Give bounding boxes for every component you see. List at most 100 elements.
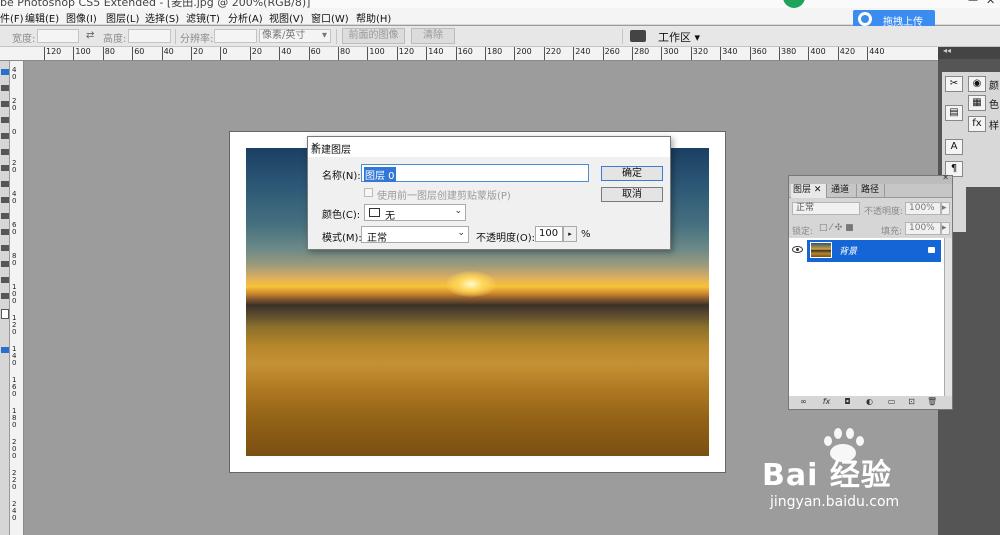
ruler-tick: [102, 47, 104, 60]
crop-tool-icon[interactable]: [1, 133, 9, 139]
ruler-tick-label: 0: [12, 128, 17, 136]
menu-select[interactable]: 选择(S): [145, 10, 179, 25]
eye-icon[interactable]: [792, 246, 803, 253]
menu-layer[interactable]: 图层(L): [106, 10, 139, 25]
close-icon[interactable]: ✕: [311, 141, 319, 152]
bridge-icon[interactable]: [630, 30, 646, 42]
menu-help[interactable]: 帮助(H): [356, 10, 391, 25]
name-input[interactable]: 图层 0: [361, 164, 589, 182]
swap-icon[interactable]: ⇄: [86, 30, 94, 41]
path-select-tool-icon[interactable]: [1, 277, 9, 283]
ruler-tick-label: 320: [692, 47, 709, 56]
ruler-tick-label: 40: [12, 66, 17, 81]
close-window-icon[interactable]: ✕: [986, 0, 995, 7]
type-tool-icon[interactable]: [1, 261, 9, 267]
collapse-icon[interactable]: ◂◂: [943, 46, 951, 55]
menu-file[interactable]: 件(F): [0, 10, 24, 25]
blend-mode-select[interactable]: 正常: [792, 202, 860, 215]
dialog-title-bar[interactable]: 新建图层 ✕: [308, 137, 670, 157]
pen-tool-icon[interactable]: [1, 245, 9, 251]
baidu-watermark: Bai 经验 jingyan.baidu.com: [762, 428, 982, 518]
height-input[interactable]: [128, 29, 171, 43]
divider: [336, 29, 337, 44]
notes-icon[interactable]: ▤: [945, 105, 963, 121]
screen-mode-icon[interactable]: [1, 347, 9, 353]
tab-layers[interactable]: 图层 ✕: [791, 184, 827, 198]
lock-icons[interactable]: □ ⁄ ✣ ■: [819, 223, 854, 233]
menu-image[interactable]: 图像(I): [66, 10, 97, 25]
resolution-input[interactable]: [214, 29, 257, 43]
ok-button[interactable]: 确定: [601, 166, 663, 181]
fill-slider-toggle-icon[interactable]: ▸: [941, 222, 950, 235]
ruler-tick-label: 20: [12, 159, 17, 174]
front-image-button[interactable]: 前面的图像: [342, 28, 405, 44]
link-icon[interactable]: ∞: [799, 398, 808, 406]
menu-filter[interactable]: 滤镜(T): [186, 10, 220, 25]
cancel-button[interactable]: 取消: [601, 187, 663, 202]
ruler-tick: [249, 47, 251, 60]
adjustment-icon[interactable]: ◐: [865, 398, 874, 406]
window-title: be Photoshop CS5 Extended - [麦田.jpg @ 20…: [0, 0, 311, 8]
ruler-tick-label: 180: [487, 47, 503, 56]
ruler-tick: [543, 47, 545, 60]
mask-icon[interactable]: ◘: [843, 398, 852, 406]
clip-mask-label: 使用前一图层创建剪贴蒙版(P): [377, 191, 511, 202]
ruler-tick: [161, 47, 163, 60]
tools-preset-icon[interactable]: ✂: [945, 76, 963, 92]
opacity-slider-toggle-icon[interactable]: ▸: [563, 226, 577, 242]
panel-header[interactable]: ✕: [789, 173, 952, 184]
width-input[interactable]: [37, 29, 79, 43]
wand-tool-icon[interactable]: [1, 117, 9, 123]
clip-mask-checkbox[interactable]: [364, 188, 373, 197]
tab-paths[interactable]: 路径: [859, 184, 885, 198]
color-panel-icon[interactable]: ◉: [968, 76, 986, 92]
fill-input[interactable]: 100%: [905, 222, 941, 235]
dock-header[interactable]: ◂◂: [938, 46, 1000, 59]
workspace-button[interactable]: 工作区 ▾: [658, 29, 700, 45]
minimize-icon[interactable]: —: [968, 0, 980, 6]
title-bar: be Photoshop CS5 Extended - [麦田.jpg @ 20…: [0, 0, 1000, 8]
swatches-panel-icon[interactable]: ▦: [968, 95, 986, 111]
layer-list-scrollbar[interactable]: [944, 238, 952, 396]
move-tool-icon[interactable]: [1, 69, 9, 75]
new-layer-icon[interactable]: ⊡: [907, 398, 916, 406]
marquee-tool-icon[interactable]: [1, 85, 9, 91]
name-label: 名称(N):: [322, 171, 361, 182]
layer-row-background[interactable]: 背景: [807, 240, 941, 262]
ruler-tick-label: 140: [12, 345, 17, 367]
eraser-tool-icon[interactable]: [1, 197, 9, 203]
layer-opacity-input[interactable]: 100%: [905, 202, 941, 215]
eyedropper-tool-icon[interactable]: [1, 149, 9, 155]
foreground-color-icon[interactable]: [1, 309, 9, 319]
close-icon[interactable]: ✕: [942, 173, 949, 182]
menu-window[interactable]: 窗口(W): [311, 10, 349, 25]
toolbox: [0, 47, 10, 535]
gradient-tool-icon[interactable]: [1, 213, 9, 219]
trash-icon[interactable]: 🗑: [927, 398, 937, 406]
ruler-tick: [867, 47, 869, 60]
shape-tool-icon[interactable]: [1, 293, 9, 299]
ruler-tick-label: 80: [340, 47, 351, 56]
clear-button[interactable]: 清除: [411, 28, 455, 44]
opacity-input[interactable]: 100: [535, 226, 563, 242]
dodge-tool-icon[interactable]: [1, 229, 9, 235]
tab-channels[interactable]: 通道: [829, 184, 857, 198]
styles-panel-icon[interactable]: fx: [968, 116, 986, 132]
lasso-tool-icon[interactable]: [1, 101, 9, 107]
mode-select[interactable]: 正常 ⌄: [361, 226, 469, 244]
ruler-tick-label: 300: [663, 47, 679, 56]
unit-select[interactable]: 像素/英寸 ▾: [259, 29, 331, 43]
ruler-tick: [455, 47, 457, 60]
opacity-slider-toggle-icon[interactable]: ▸: [941, 202, 950, 215]
brush-tool-icon[interactable]: [1, 165, 9, 171]
folder-icon[interactable]: ▭: [887, 398, 896, 406]
character-icon[interactable]: A: [945, 139, 963, 155]
menu-edit[interactable]: 编辑(E): [25, 10, 59, 25]
fx-icon[interactable]: fx: [822, 398, 831, 406]
options-bar: 宽度: ⇄ 高度: 分辨率: 像素/英寸 ▾ 前面的图像 清除 工作区 ▾: [0, 26, 1000, 47]
menu-view[interactable]: 视图(V): [269, 10, 304, 25]
stamp-tool-icon[interactable]: [1, 181, 9, 187]
color-select[interactable]: 无 ⌄: [364, 204, 466, 222]
menu-analysis[interactable]: 分析(A): [228, 10, 263, 25]
ruler-tick: [720, 47, 722, 60]
